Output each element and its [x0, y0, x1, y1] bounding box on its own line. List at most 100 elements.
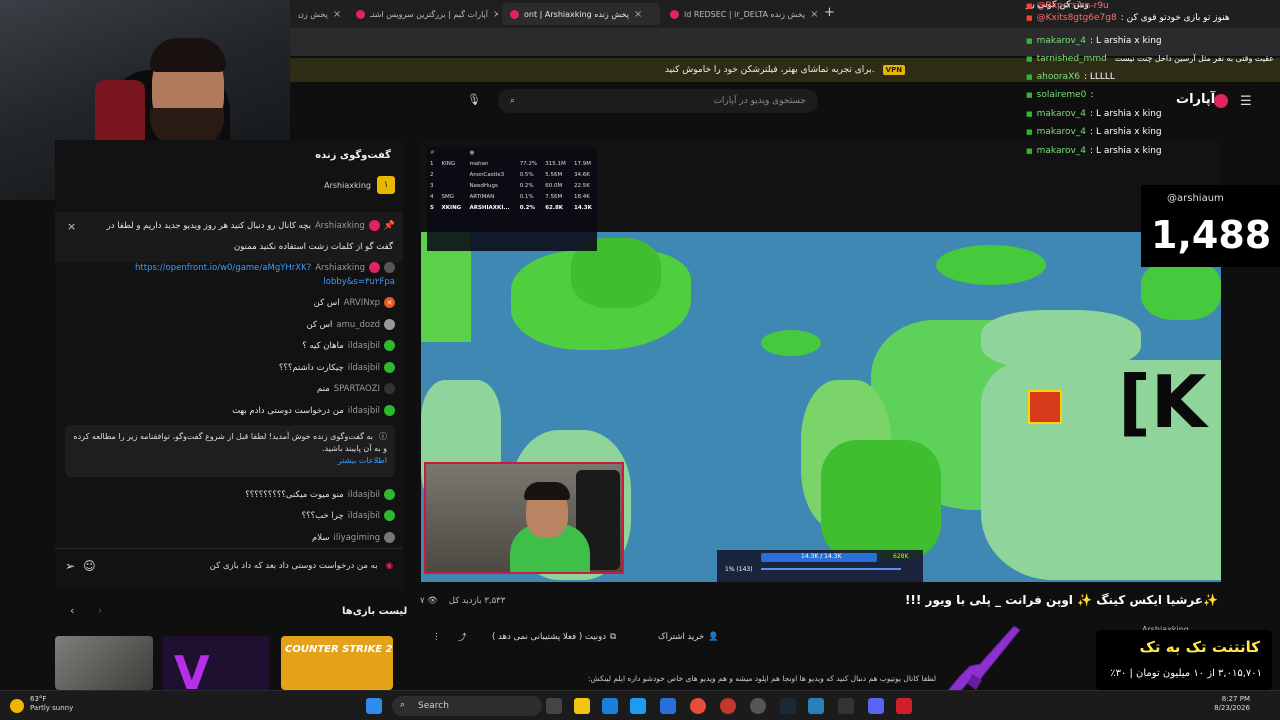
- more-info-link[interactable]: اطلاعات بیشتر: [338, 456, 387, 465]
- donation-goal-overlay: کانتنت تک به تک ۳,۰۱۵,۷۰۱ از ۱۰ میلیون ت…: [1096, 630, 1272, 690]
- clock[interactable]: 8:27 PM 8/23/2026: [1214, 695, 1250, 713]
- mic-icon[interactable]: 🎙: [466, 93, 482, 109]
- user-badge-icon: [384, 383, 395, 394]
- tab-label: آپارات گیم | بزرگترین سرویس اشتـ: [370, 9, 489, 19]
- user-badge-icon: [384, 319, 395, 330]
- pinned-text: بچه کانال رو دنبال کنید هر روز ویدیو جدی…: [106, 220, 311, 231]
- view-stats: ۳,۵۳۳ بازدید کل 👁 ۷: [420, 596, 505, 606]
- valorant-icon[interactable]: [896, 698, 912, 714]
- app-icon[interactable]: [750, 698, 766, 714]
- close-icon[interactable]: ×: [67, 220, 76, 233]
- browser-tab[interactable]: پخش زن ×: [290, 3, 346, 25]
- overlay-chat-user: makarov_4: [1036, 146, 1087, 156]
- pinned-text-2: گفت گو از کلمات زشت استفاده نکنید ممنون: [234, 242, 393, 252]
- taskbar-search[interactable]: Search: [392, 696, 542, 716]
- taskbar-search-label: Search: [418, 701, 449, 711]
- pinned-message: × 📌 Arshiaxking بچه کانال رو دنبال کنید …: [55, 212, 403, 262]
- chat-user[interactable]: iliyagiming: [333, 533, 380, 543]
- chat-user[interactable]: ildasjbil: [348, 341, 380, 351]
- overlay-chat: وش کن کونی رو ■ @Bkpersian-r9u ■ @Kxits8gtg6…: [1020, 0, 1280, 170]
- attack-ratio: 1% (143): [725, 566, 753, 573]
- chat-title: گفت‌وگوی زنده: [315, 150, 391, 161]
- chat-input[interactable]: ◉ به من درخواست دوستی داد بعد که داد باز…: [55, 548, 403, 582]
- more-options-button[interactable]: ⋮: [432, 627, 441, 647]
- overlay-chat-message: ■ tarnished_mmd: [1026, 54, 1107, 64]
- external-link-icon: ⧉: [610, 632, 617, 642]
- search-icon[interactable]: ⌕: [510, 96, 515, 106]
- search-input[interactable]: جستجوی ویدیو در آپارات ⌕: [498, 89, 818, 113]
- user-badge-icon: ■: [1026, 91, 1033, 99]
- user-badge-icon: [384, 340, 395, 351]
- browser-tab[interactable]: ld REDSEC | ir_DELTA پخش زنده ×: [662, 3, 820, 25]
- close-tab-icon[interactable]: ×: [810, 9, 818, 20]
- chat-user[interactable]: ARVINxp: [344, 298, 380, 308]
- user-badge-icon: ■: [1026, 14, 1033, 22]
- chat-message: ildasjbil منو میوت میکنی؟؟؟؟؟؟؟؟؟: [245, 489, 395, 500]
- game-card[interactable]: [55, 636, 153, 690]
- chat-user[interactable]: ildasjbil: [348, 363, 380, 373]
- overlay-chat-message: ■ @Bkpersian-r9u: [1026, 1, 1109, 11]
- game-card[interactable]: V: [162, 636, 270, 700]
- close-tab-icon[interactable]: ×: [333, 9, 341, 20]
- chat-link-cont[interactable]: lobby&s=۳u۲Fpa: [323, 277, 395, 287]
- chat-text: من درخواست دوستی دادم بهت: [232, 405, 344, 416]
- chrome-icon[interactable]: [690, 698, 706, 714]
- emoji-icon[interactable]: ☺: [83, 559, 96, 573]
- browser-tab-active[interactable]: ont | Arshiaxking پخش زنده ×: [502, 3, 660, 25]
- chat-user[interactable]: ildasjbil: [348, 406, 380, 416]
- game-card[interactable]: COUNTER STRIKE 2: [281, 636, 393, 690]
- user-badge-icon: ✕: [384, 297, 395, 308]
- overlay-chat-text: : LLLLL: [1083, 72, 1115, 82]
- overlay-chat-text: : L arshia x king: [1090, 109, 1162, 119]
- chat-link[interactable]: https://openfront.io/w0/game/aMgYHrXK?: [135, 263, 311, 273]
- chat-user[interactable]: ildasjbil: [348, 511, 380, 521]
- viewer-count-box: @arshiaum 1,488: [1141, 185, 1280, 267]
- attack-slider[interactable]: [761, 568, 901, 570]
- steam-icon[interactable]: [780, 698, 796, 714]
- games-list-title: لیست بازی‌ها: [342, 606, 408, 617]
- browser-tab[interactable]: آپارات گیم | بزرگترین سرویس اشتـ ×: [348, 3, 498, 25]
- discord-icon[interactable]: [868, 698, 884, 714]
- donate-button[interactable]: ⧉ دونیت ( فعلا پشتیبانی نمی دهد ): [492, 627, 616, 647]
- chevron-right-icon[interactable]: ›: [98, 604, 102, 617]
- start-icon[interactable]: [366, 698, 382, 714]
- new-tab-button[interactable]: +: [824, 5, 835, 20]
- overlay-chat-user: @Kxits8gtg6e7g8: [1036, 13, 1117, 23]
- app-icon[interactable]: [808, 698, 824, 714]
- top-donor[interactable]: Arshiaxking ۱: [324, 176, 395, 194]
- overlay-chat-user: makarov_4: [1036, 109, 1087, 119]
- app-icon[interactable]: [838, 698, 854, 714]
- edge-icon[interactable]: [602, 698, 618, 714]
- overlay-chat-user: ahooraX6: [1036, 72, 1080, 82]
- app-icon[interactable]: [660, 698, 676, 714]
- tab-label: ld REDSEC | ir_DELTA پخش زنده: [684, 9, 806, 19]
- close-tab-icon[interactable]: ×: [493, 9, 498, 20]
- obs-icon[interactable]: [720, 698, 736, 714]
- user-badge-icon: [384, 262, 395, 273]
- user-icon: 👤: [708, 632, 719, 642]
- subscribe-button[interactable]: 👤 خرید اشتراک: [658, 627, 719, 647]
- chat-user[interactable]: SPARTAOZI: [334, 384, 380, 394]
- user-badge-icon: [384, 489, 395, 500]
- search-placeholder: جستجوی ویدیو در آپارات: [713, 96, 806, 106]
- share-button[interactable]: ⤴: [458, 627, 467, 647]
- chevron-left-icon[interactable]: ‹: [70, 604, 74, 617]
- chat-user[interactable]: amu_dozd: [336, 320, 380, 330]
- file-explorer-icon[interactable]: [574, 698, 590, 714]
- chat-message: ✕ ARVINxp اس کن: [314, 297, 395, 308]
- top-donor-name: Arshiaxking: [324, 180, 371, 190]
- chat-user[interactable]: Arshiaxking: [315, 263, 365, 273]
- chat-user[interactable]: ildasjbil: [348, 490, 380, 500]
- aparat-favicon-icon: [356, 9, 365, 19]
- top-rank-badge: ۱: [377, 176, 395, 194]
- overlay-chat-user: solaireme0: [1036, 90, 1087, 100]
- close-tab-icon[interactable]: ×: [634, 9, 642, 20]
- store-icon[interactable]: [630, 698, 646, 714]
- pinned-user[interactable]: Arshiaxking: [315, 221, 365, 231]
- chat-input-value[interactable]: به من درخواست دوستی داد بعد که داد بازی …: [104, 561, 378, 571]
- overlay-chat-text: :: [1090, 90, 1094, 100]
- weather-widget[interactable]: 63°F Partly sunny: [30, 695, 73, 713]
- send-icon[interactable]: ➢: [65, 559, 75, 573]
- task-view-icon[interactable]: [546, 698, 562, 714]
- vpn-icon: VPN: [882, 65, 906, 75]
